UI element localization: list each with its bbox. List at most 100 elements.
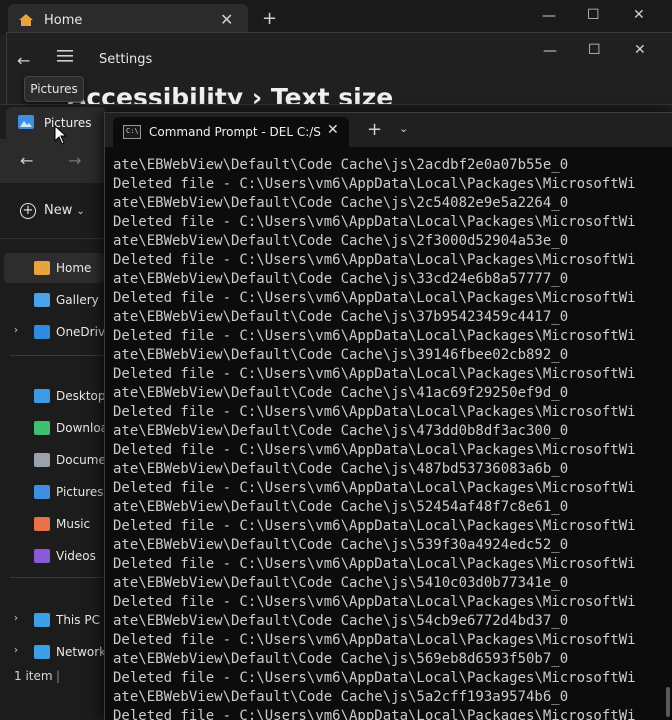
- expand-chevron-icon[interactable]: ›: [14, 613, 18, 624]
- scrollbar-thumb[interactable]: [666, 687, 670, 717]
- cloud-icon: [34, 325, 50, 339]
- terminal-titlebar: C:\ Command Prompt - DEL C:/S ✕ + ⌄: [105, 113, 672, 147]
- command-prompt-tab-label: Command Prompt - DEL C:/S: [149, 125, 321, 139]
- sidebar-item-gallery[interactable]: Gallery: [4, 285, 104, 315]
- chevron-down-icon: ⌄: [76, 206, 85, 217]
- new-button[interactable]: + New ⌄: [20, 203, 85, 219]
- sidebar-item-label: Videos: [56, 549, 96, 563]
- settings-close-button[interactable]: ✕: [634, 42, 646, 58]
- sidebar-item-onedrive[interactable]: › OneDrive: [4, 317, 104, 347]
- network-icon: [34, 645, 50, 659]
- home-tab-close-icon[interactable]: ✕: [220, 10, 233, 29]
- terminal-line: Deleted file - C:\Users\vm6\AppData\Loca…: [113, 214, 636, 230]
- terminal-line: Deleted file - C:\Users\vm6\AppData\Loca…: [113, 708, 636, 720]
- terminal-line: Deleted file - C:\Users\vm6\AppData\Loca…: [113, 404, 636, 420]
- terminal-tab-close-icon[interactable]: ✕: [327, 122, 339, 138]
- pc-icon: [34, 613, 50, 627]
- sidebar-item-downloads[interactable]: Downloads: [4, 413, 104, 443]
- terminal-line: Deleted file - C:\Users\vm6\AppData\Loca…: [113, 670, 636, 686]
- sidebar-item-label: Home: [56, 261, 92, 275]
- settings-back-button[interactable]: ←: [17, 51, 30, 70]
- sidebar-item-this-pc[interactable]: › This PC: [4, 605, 104, 635]
- home-minimize-button[interactable]: —: [542, 8, 556, 24]
- sidebar-item-videos[interactable]: Videos: [4, 541, 104, 571]
- terminal-line: ate\EBWebView\Default\Code Cache\js\5a2c…: [113, 689, 569, 705]
- terminal-line: Deleted file - C:\Users\vm6\AppData\Loca…: [113, 632, 636, 648]
- explorer-forward-button[interactable]: →: [68, 151, 81, 170]
- sidebar-item-network[interactable]: › Network: [4, 637, 104, 667]
- terminal-line: ate\EBWebView\Default\Code Cache\js\473d…: [113, 423, 569, 439]
- settings-title: Settings: [99, 52, 153, 67]
- sidebar-item-label: Gallery: [56, 293, 99, 307]
- home-maximize-button[interactable]: ☐: [587, 7, 600, 23]
- terminal-dropdown-icon[interactable]: ⌄: [399, 122, 408, 135]
- terminal-line: ate\EBWebView\Default\Code Cache\js\41ac…: [113, 385, 569, 401]
- terminal-line: ate\EBWebView\Default\Code Cache\js\5245…: [113, 499, 569, 515]
- terminal-line: Deleted file - C:\Users\vm6\AppData\Loca…: [113, 518, 636, 534]
- terminal-line: Deleted file - C:\Users\vm6\AppData\Loca…: [113, 176, 636, 192]
- desktop: Home ✕ + — ☐ ✕ ← Settings — ☐ ✕ Accessib…: [0, 0, 672, 720]
- settings-maximize-button[interactable]: ☐: [588, 42, 601, 58]
- terminal-line: ate\EBWebView\Default\Code Cache\js\569e…: [113, 651, 569, 667]
- status-separator: |: [56, 669, 61, 683]
- sidebar-divider: [10, 355, 104, 356]
- terminal-line: ate\EBWebView\Default\Code Cache\js\2c54…: [113, 195, 569, 211]
- expand-chevron-icon[interactable]: ›: [14, 325, 18, 336]
- music-icon: [34, 517, 50, 531]
- terminal-line: ate\EBWebView\Default\Code Cache\js\2f30…: [113, 233, 569, 249]
- document-icon: [34, 453, 50, 467]
- sidebar-item-label: Desktop: [56, 389, 104, 403]
- pictures-tooltip: Pictures: [24, 76, 84, 102]
- sidebar-item-label: Pictures: [56, 485, 104, 499]
- sidebar-item-pictures[interactable]: Pictures: [4, 477, 104, 507]
- settings-minimize-button[interactable]: —: [543, 43, 557, 59]
- sidebar-item-desktop[interactable]: Desktop: [4, 381, 104, 411]
- home-icon: [19, 14, 33, 26]
- plus-circle-icon: +: [20, 203, 36, 219]
- terminal-line: Deleted file - C:\Users\vm6\AppData\Loca…: [113, 252, 636, 268]
- sidebar-divider: [10, 577, 104, 578]
- terminal-scrollbar[interactable]: [664, 147, 672, 720]
- expand-chevron-icon[interactable]: ›: [14, 645, 18, 656]
- desktop-icon: [34, 389, 50, 403]
- terminal-line: ate\EBWebView\Default\Code Cache\js\3914…: [113, 347, 569, 363]
- item-count: 1 item: [14, 669, 53, 683]
- sidebar-item-label: OneDrive: [56, 325, 104, 339]
- home-icon: [34, 261, 50, 275]
- terminal-line: Deleted file - C:\Users\vm6\AppData\Loca…: [113, 290, 636, 306]
- terminal-output[interactable]: ate\EBWebView\Default\Code Cache\js\2acd…: [105, 147, 665, 720]
- videos-icon: [34, 549, 50, 563]
- terminal-line: Deleted file - C:\Users\vm6\AppData\Loca…: [113, 328, 636, 344]
- terminal-line: Deleted file - C:\Users\vm6\AppData\Loca…: [113, 556, 636, 572]
- terminal-line: ate\EBWebView\Default\Code Cache\js\54cb…: [113, 613, 569, 629]
- gallery-icon: [34, 293, 50, 307]
- explorer-back-button[interactable]: ←: [20, 151, 33, 170]
- home-new-tab-button[interactable]: +: [262, 8, 277, 29]
- hamburger-menu-icon[interactable]: [57, 49, 73, 63]
- home-tab[interactable]: Home ✕: [8, 4, 248, 34]
- sidebar-item-label: This PC: [56, 613, 100, 627]
- terminal-line: ate\EBWebView\Default\Code Cache\js\37b9…: [113, 309, 569, 325]
- home-close-button[interactable]: ✕: [633, 7, 645, 23]
- mouse-cursor-icon: [54, 125, 68, 145]
- sidebar-item-music[interactable]: Music: [4, 509, 104, 539]
- sidebar-item-label: Music: [56, 517, 91, 531]
- sidebar-item-label: Downloads: [56, 421, 104, 435]
- explorer-sidebar: Home Gallery › OneDrive Desktop Downloads Docu…: [0, 241, 104, 671]
- pictures-icon: [18, 115, 34, 129]
- terminal-line: ate\EBWebView\Default\Code Cache\js\539f…: [113, 537, 569, 553]
- sidebar-item-documents[interactable]: Documents: [4, 445, 104, 475]
- command-prompt-tab[interactable]: C:\ Command Prompt - DEL C:/S ✕: [113, 117, 349, 147]
- terminal-line: Deleted file - C:\Users\vm6\AppData\Loca…: [113, 366, 636, 382]
- settings-window: ← Settings — ☐ ✕ Accessibility › Text si…: [6, 32, 672, 112]
- command-prompt-window: C:\ Command Prompt - DEL C:/S ✕ + ⌄ ate\…: [104, 112, 672, 720]
- terminal-line: ate\EBWebView\Default\Code Cache\js\2acd…: [113, 157, 569, 173]
- pictures-icon: [34, 485, 50, 499]
- sidebar-item-label: Documents: [56, 453, 104, 467]
- terminal-new-tab-button[interactable]: +: [367, 119, 382, 140]
- terminal-line: ate\EBWebView\Default\Code Cache\js\5410…: [113, 575, 569, 591]
- terminal-line: Deleted file - C:\Users\vm6\AppData\Loca…: [113, 480, 636, 496]
- cmd-icon: C:\: [123, 125, 141, 139]
- sidebar-item-home[interactable]: Home: [4, 253, 104, 283]
- terminal-line: Deleted file - C:\Users\vm6\AppData\Loca…: [113, 442, 636, 458]
